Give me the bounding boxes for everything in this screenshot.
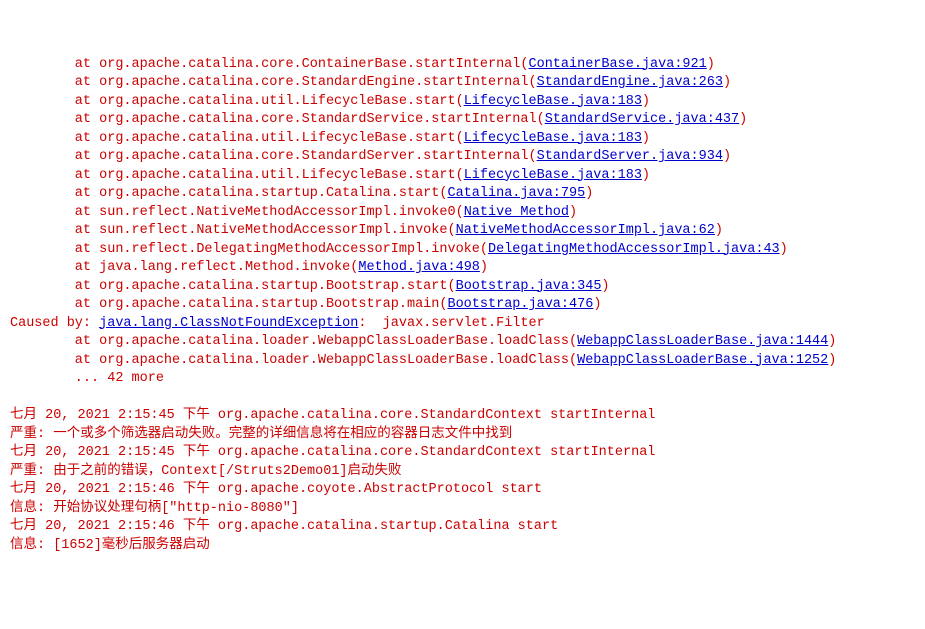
paren-close: ) (828, 353, 836, 368)
exception-message: : javax.servlet.Filter (358, 316, 544, 331)
paren-open: ( (528, 75, 536, 90)
source-link[interactable]: StandardService.java:437 (545, 112, 739, 127)
stack-line: at org.apache.catalina.core.StandardServ… (10, 148, 915, 167)
paren-open: ( (528, 149, 536, 164)
stack-line: at sun.reflect.NativeMethodAccessorImpl.… (10, 222, 915, 241)
paren-close: ) (601, 279, 609, 294)
console-output: at org.apache.catalina.core.ContainerBas… (10, 56, 915, 556)
source-link[interactable]: Bootstrap.java:476 (447, 297, 593, 312)
source-link[interactable]: LifecycleBase.java:183 (464, 168, 642, 183)
paren-open: ( (447, 223, 455, 238)
paren-close: ) (642, 94, 650, 109)
paren-close: ) (642, 131, 650, 146)
paren-open: ( (537, 112, 545, 127)
paren-close: ) (593, 297, 601, 312)
paren-close: ) (739, 112, 747, 127)
log-line: 七月 20, 2021 2:15:45 下午 org.apache.catali… (10, 407, 915, 426)
source-link[interactable]: WebappClassLoaderBase.java:1252 (577, 353, 828, 368)
source-link[interactable]: StandardEngine.java:263 (537, 75, 723, 90)
paren-close: ) (642, 168, 650, 183)
cause-stack-line: at org.apache.catalina.loader.WebappClas… (10, 352, 915, 371)
stack-line: at org.apache.catalina.core.StandardEngi… (10, 74, 915, 93)
at-prefix: at org.apache.catalina.startup.Bootstrap… (10, 279, 447, 294)
paren-open: ( (520, 57, 528, 72)
at-prefix: at org.apache.catalina.core.StandardServ… (10, 112, 537, 127)
source-link[interactable]: NativeMethodAccessorImpl.java:62 (456, 223, 715, 238)
source-link[interactable]: Method.java:498 (358, 260, 480, 275)
paren-open: ( (456, 205, 464, 220)
source-link[interactable]: Native Method (464, 205, 569, 220)
more-frames-line: ... 42 more (10, 370, 915, 389)
source-link[interactable]: DelegatingMethodAccessorImpl.java:43 (488, 242, 780, 257)
at-prefix: at org.apache.catalina.startup.Catalina.… (10, 186, 439, 201)
source-link[interactable]: ContainerBase.java:921 (529, 57, 707, 72)
stack-line: at sun.reflect.NativeMethodAccessorImpl.… (10, 204, 915, 223)
at-prefix: at org.apache.catalina.core.StandardEngi… (10, 75, 528, 90)
at-prefix: at sun.reflect.NativeMethodAccessorImpl.… (10, 205, 456, 220)
at-prefix: at java.lang.reflect.Method.invoke (10, 260, 350, 275)
stack-line: at org.apache.catalina.startup.Bootstrap… (10, 296, 915, 315)
log-line: 严重: 由于之前的错误，Context[/Struts2Demo01]启动失败 (10, 463, 915, 482)
source-link[interactable]: LifecycleBase.java:183 (464, 94, 642, 109)
paren-open: ( (569, 353, 577, 368)
source-link[interactable]: LifecycleBase.java:183 (464, 131, 642, 146)
log-line: 七月 20, 2021 2:15:46 下午 org.apache.coyote… (10, 481, 915, 500)
paren-close: ) (780, 242, 788, 257)
paren-open: ( (447, 279, 455, 294)
at-prefix: at org.apache.catalina.util.LifecycleBas… (10, 131, 456, 146)
stack-line: at java.lang.reflect.Method.invoke(Metho… (10, 259, 915, 278)
paren-close: ) (480, 260, 488, 275)
log-line: 信息: 开始协议处理句柄["http-nio-8080"] (10, 500, 915, 519)
paren-open: ( (456, 94, 464, 109)
stack-line: at org.apache.catalina.startup.Catalina.… (10, 185, 915, 204)
source-link[interactable]: Bootstrap.java:345 (456, 279, 602, 294)
at-prefix: at sun.reflect.NativeMethodAccessorImpl.… (10, 223, 447, 238)
paren-close: ) (569, 205, 577, 220)
stack-line: at org.apache.catalina.core.StandardServ… (10, 111, 915, 130)
stack-line: at org.apache.catalina.core.ContainerBas… (10, 56, 915, 75)
caused-by-label: Caused by: (10, 316, 99, 331)
paren-close: ) (585, 186, 593, 201)
at-prefix: at org.apache.catalina.core.ContainerBas… (10, 57, 520, 72)
at-prefix: at org.apache.catalina.startup.Bootstrap… (10, 297, 439, 312)
stack-line: at sun.reflect.DelegatingMethodAccessorI… (10, 241, 915, 260)
log-line: 七月 20, 2021 2:15:46 下午 org.apache.catali… (10, 518, 915, 537)
paren-close: ) (723, 75, 731, 90)
paren-open: ( (480, 242, 488, 257)
stack-line: at org.apache.catalina.util.LifecycleBas… (10, 167, 915, 186)
stack-line: at org.apache.catalina.startup.Bootstrap… (10, 278, 915, 297)
paren-close: ) (828, 334, 836, 349)
at-prefix: at org.apache.catalina.util.LifecycleBas… (10, 94, 456, 109)
stack-line: at org.apache.catalina.util.LifecycleBas… (10, 93, 915, 112)
exception-link[interactable]: java.lang.ClassNotFoundException (99, 316, 358, 331)
paren-close: ) (707, 57, 715, 72)
source-link[interactable]: Catalina.java:795 (447, 186, 585, 201)
at-prefix: at org.apache.catalina.util.LifecycleBas… (10, 168, 456, 183)
source-link[interactable]: WebappClassLoaderBase.java:1444 (577, 334, 828, 349)
source-link[interactable]: StandardServer.java:934 (537, 149, 723, 164)
paren-open: ( (456, 131, 464, 146)
at-prefix: at org.apache.catalina.loader.WebappClas… (10, 353, 569, 368)
paren-close: ) (715, 223, 723, 238)
log-line: 严重: 一个或多个筛选器启动失败。完整的详细信息将在相应的容器日志文件中找到 (10, 426, 915, 445)
log-line: 七月 20, 2021 2:15:45 下午 org.apache.catali… (10, 444, 915, 463)
paren-close: ) (723, 149, 731, 164)
paren-open: ( (569, 334, 577, 349)
at-prefix: at org.apache.catalina.loader.WebappClas… (10, 334, 569, 349)
paren-open: ( (456, 168, 464, 183)
blank-line (10, 389, 915, 408)
at-prefix: at org.apache.catalina.core.StandardServ… (10, 149, 528, 164)
stack-line: at org.apache.catalina.util.LifecycleBas… (10, 130, 915, 149)
at-prefix: at sun.reflect.DelegatingMethodAccessorI… (10, 242, 480, 257)
cause-stack-line: at org.apache.catalina.loader.WebappClas… (10, 333, 915, 352)
caused-by-line: Caused by: java.lang.ClassNotFoundExcept… (10, 315, 915, 334)
log-line: 信息: [1652]毫秒后服务器启动 (10, 537, 915, 556)
